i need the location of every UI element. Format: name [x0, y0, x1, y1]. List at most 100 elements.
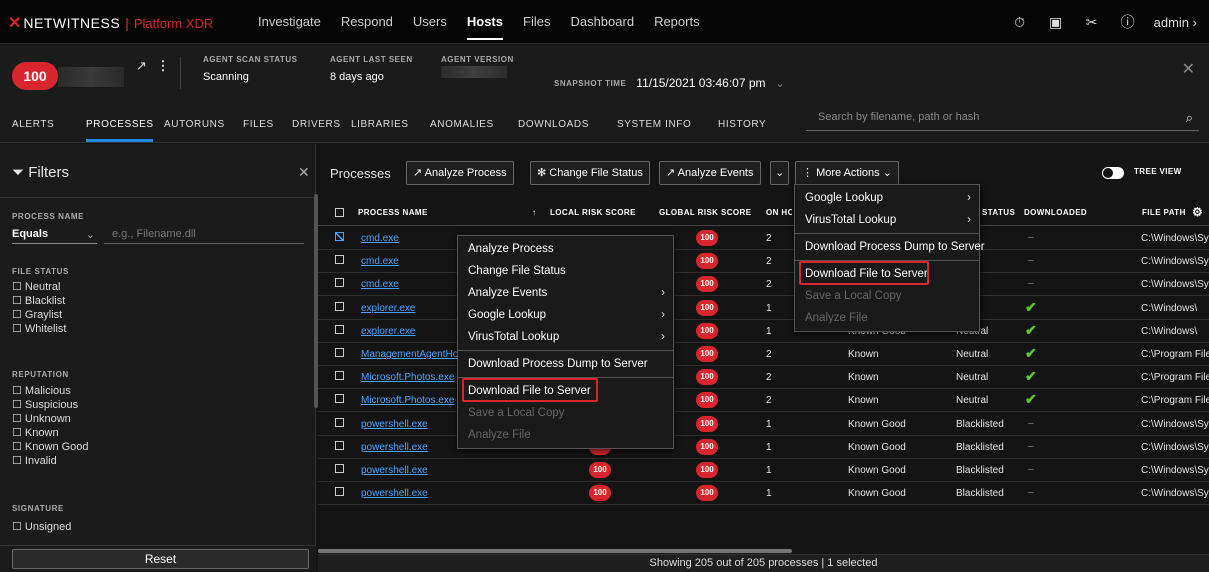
file-path-cell: C:\Windows\Syst [1141, 256, 1209, 268]
row-checkbox[interactable] [335, 232, 344, 241]
timer-icon[interactable]: ⏱ [1002, 14, 1038, 31]
context-menu-item-virustotal-lookup[interactable]: VirusTotal Lookup › [458, 326, 673, 348]
reset-button[interactable]: Reset [12, 549, 309, 569]
tree-view-toggle[interactable] [1102, 167, 1124, 179]
search-icon[interactable]: ⌕ [1186, 110, 1193, 126]
row-checkbox[interactable] [335, 417, 344, 427]
table-row[interactable]: powershell.exe1001001Known GoodBlacklist… [318, 436, 1209, 459]
file-path-cell: C:\Windows\ [1141, 325, 1198, 337]
change-file-status-button[interactable]: ✻ Change File Status [530, 161, 650, 185]
open-external-icon[interactable]: ↗ [136, 58, 147, 73]
row-checkbox[interactable] [335, 348, 344, 357]
file-path-cell: C:\Program Files\ [1141, 395, 1209, 407]
row-checkbox[interactable] [335, 371, 344, 381]
filter-known-good[interactable]: ☐ Known Good [12, 440, 89, 453]
more-vertical-icon[interactable]: ⋮ [157, 58, 170, 73]
analyze-events-button[interactable]: ↗ Analyze Events [659, 161, 761, 185]
snapshot-time[interactable]: SNAPSHOT TIME 11/15/2021 03:46:07 pm ⌄ [554, 76, 785, 90]
help-icon[interactable]: ⓘ [1110, 12, 1146, 32]
reputation-cell: Known Good [848, 418, 906, 430]
select-all-checkbox[interactable] [335, 208, 344, 217]
context-menu-item-google-lookup[interactable]: Google Lookup › [458, 304, 673, 326]
logo[interactable]: ✕ NETWITNESS | Platform XDR [8, 13, 213, 33]
context-menu-item-analyze-events[interactable]: Analyze Events › [458, 282, 673, 304]
not-downloaded-dash: – [1028, 464, 1034, 475]
filter-unsigned[interactable]: ☐ Unsigned [12, 520, 71, 533]
col-file-status[interactable]: STATUS [982, 208, 1015, 217]
search-input[interactable]: Search by filename, path or hash ⌕ [806, 107, 1199, 131]
process-name-link[interactable]: powershell.exe [361, 488, 481, 499]
col-on-hosts[interactable]: ON HO [766, 208, 792, 217]
table-row[interactable]: cmd.exe1002al–C:\Windows\Syst [318, 227, 1209, 250]
more-actions-button[interactable]: ⋮ More Actions ⌄ [795, 161, 899, 185]
analyze-process-button[interactable]: ↗ Analyze Process [406, 161, 514, 185]
table-row[interactable]: cmd.exe1002al–C:\Windows\Syst [318, 250, 1209, 274]
table-row[interactable]: cmd.exe1002al–C:\Windows\Syst [318, 273, 1209, 297]
context-menu-item-analyze-file: Analyze File [468, 429, 531, 441]
user-menu[interactable]: admin › [1146, 15, 1209, 30]
nav-hosts[interactable]: Hosts [457, 0, 513, 44]
filter-neutral[interactable]: ☐ Neutral [12, 280, 60, 293]
context-menu-item-analyze-process[interactable]: Analyze Process [458, 238, 673, 260]
row-checkbox[interactable] [335, 464, 344, 473]
tools-icon[interactable]: ✂ [1074, 14, 1110, 31]
filter-unknown[interactable]: ☐ Unknown [12, 412, 71, 425]
process-name-link[interactable]: powershell.exe [361, 465, 481, 476]
row-checkbox[interactable] [335, 255, 344, 265]
close-icon[interactable]: ✕ [1182, 59, 1195, 79]
row-checkbox[interactable] [335, 487, 344, 497]
chevron-down-icon: ⌄ [775, 77, 785, 90]
filter-whitelist[interactable]: ☐ Whitelist [12, 322, 66, 335]
row-checkbox[interactable] [335, 278, 344, 288]
more-menu-item-google-lookup[interactable]: Google Lookup › [795, 187, 979, 209]
row-checkbox[interactable] [335, 440, 344, 450]
col-global-risk-score[interactable]: GLOBAL RISK SCORE [659, 208, 751, 217]
filter-invalid[interactable]: ☐ Invalid [12, 454, 57, 467]
context-menu-item-change-file-status[interactable]: Change File Status [458, 260, 673, 282]
table-row[interactable]: powershell.exe1001001Known GoodBlacklist… [318, 459, 1209, 482]
host-count: 1 [766, 465, 772, 476]
table-row[interactable]: explorer.exe1001Known GoodNeutral✔C:\Win… [318, 320, 1209, 343]
reputation-cell: Known Good [848, 488, 906, 500]
filter-known[interactable]: ☐ Known [12, 426, 59, 439]
context-menu-item-download-process-dump-to-server[interactable]: Download Process Dump to Server [458, 353, 673, 375]
more-menu-item-virustotal-lookup[interactable]: VirusTotal Lookup › [795, 209, 979, 231]
sort-up-icon[interactable]: ↑ [532, 208, 536, 217]
nav-users[interactable]: Users [403, 0, 457, 44]
row-checkbox[interactable] [335, 324, 344, 334]
analyze-events-dropdown[interactable]: ⌄ [770, 161, 790, 185]
context-menu-item-download-file-to-server[interactable]: Download File to Server [458, 378, 673, 402]
close-filters-icon[interactable]: ✕ [298, 164, 310, 181]
global-risk-badge: 100 [696, 462, 718, 478]
notes-icon[interactable]: ▣ [1038, 14, 1074, 31]
row-checkbox[interactable] [335, 301, 344, 311]
filter-graylist[interactable]: ☐ Graylist [12, 308, 62, 321]
more-menu-item-download-file-to-server[interactable]: Download File to Server [795, 261, 979, 285]
table-row[interactable]: ManagementAgentHost 100 2 Known Neutral ✔ C:\P… [318, 343, 1209, 366]
process-name-input[interactable]: e.g., Filename.dll [104, 228, 304, 244]
row-checkbox[interactable] [335, 394, 344, 404]
col-downloaded[interactable]: DOWNLOADED [1024, 208, 1087, 217]
table-row[interactable]: powershell.exe 100 1 Known Good Blacklisted –… [318, 413, 1209, 436]
settings-icon[interactable]: ⚙ [1192, 205, 1203, 219]
nav-files[interactable]: Files [513, 0, 560, 44]
signature-label: SIGNATURE [12, 504, 64, 513]
nav-reports[interactable]: Reports [644, 0, 710, 44]
table-row[interactable]: Microsoft.Photos.exe 100 2 Known Neutral ✔ C:\… [318, 389, 1209, 413]
nav-investigate[interactable]: Investigate [248, 0, 331, 44]
reputation-cell: Known Good [848, 465, 906, 476]
col-process-name[interactable]: PROCESS NAME [358, 208, 428, 217]
table-row[interactable]: explorer.exe1001al✔C:\Windows\ [318, 297, 1209, 320]
filter-blacklist[interactable]: ☐ Blacklist [12, 294, 65, 307]
nav-respond[interactable]: Respond [331, 0, 403, 44]
col-local-risk-score[interactable]: LOCAL RISK SCORE [550, 208, 636, 217]
table-row[interactable]: powershell.exe1001001Known GoodBlacklist… [318, 482, 1209, 506]
operator-select[interactable]: Equals ⌄ [12, 228, 97, 244]
table-hscrollbar[interactable] [318, 549, 792, 553]
filter-malicious[interactable]: ☐ Malicious [12, 384, 71, 397]
col-file-path[interactable]: FILE PATH [1142, 208, 1186, 217]
nav-dashboard[interactable]: Dashboard [560, 0, 644, 44]
more-menu-item-download-process-dump-to-server[interactable]: Download Process Dump to Server [795, 236, 985, 258]
filter-suspicious[interactable]: ☐ Suspicious [12, 398, 78, 411]
table-row[interactable]: Microsoft.Photos.exe 100 2 Known Neutral ✔ C:\… [318, 366, 1209, 390]
